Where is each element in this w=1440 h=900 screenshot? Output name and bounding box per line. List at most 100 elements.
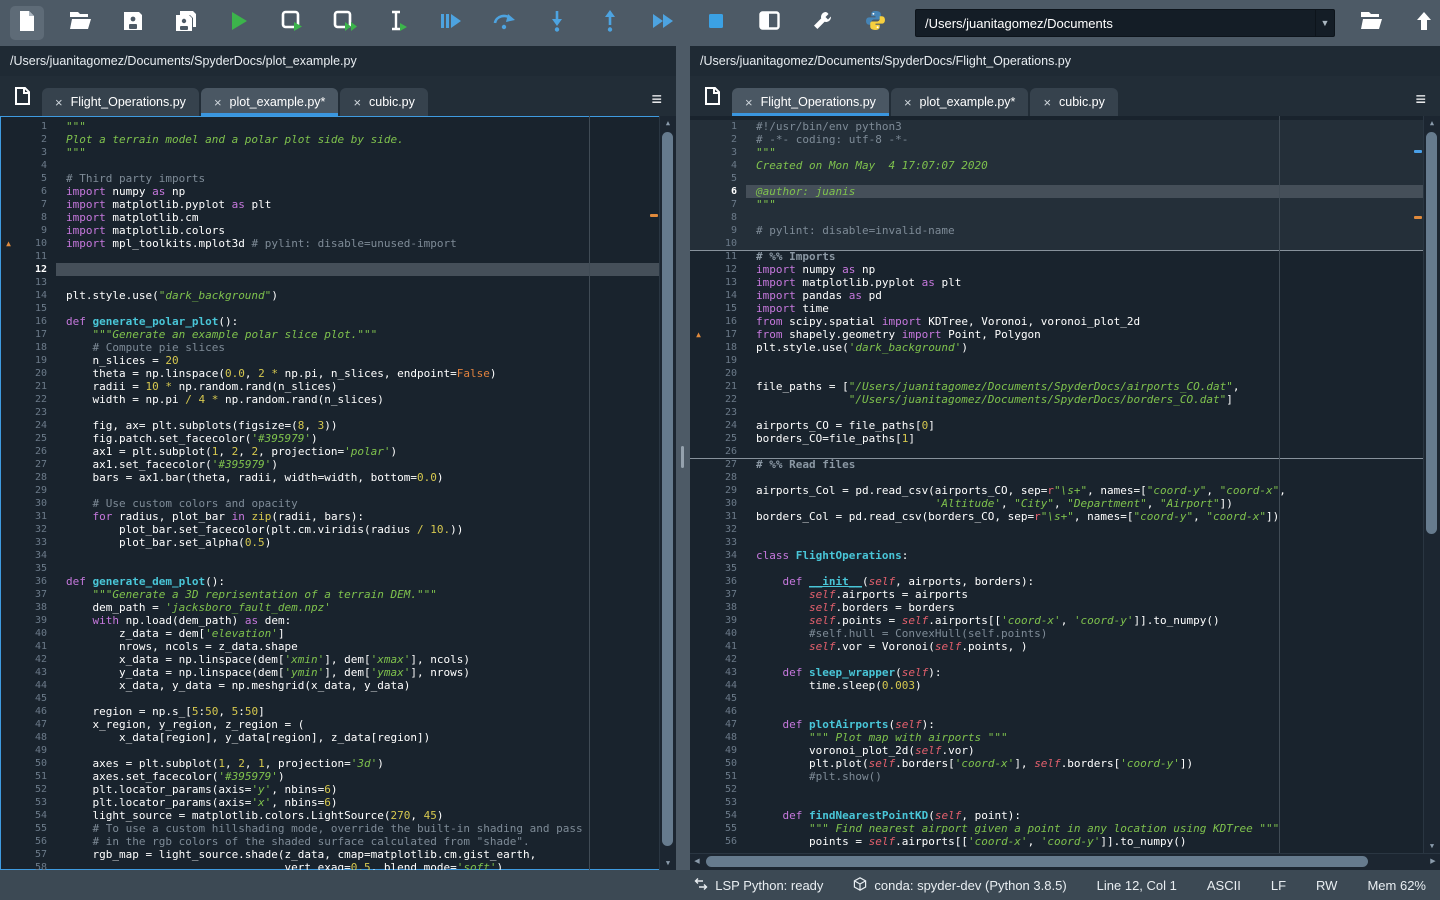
working-directory-combobox[interactable]: /Users/juanitagomez/Documents ▼ <box>915 9 1335 37</box>
continue-execution-button[interactable] <box>646 6 680 40</box>
scrollbar-thumb[interactable] <box>706 856 1368 867</box>
preferences-button[interactable] <box>805 6 839 40</box>
line-number: 3 <box>707 146 746 159</box>
vertical-scrollbar[interactable]: ▲ ▼ <box>1423 116 1440 853</box>
vertical-scrollbar[interactable]: ▲ ▼ <box>659 116 676 870</box>
line-number: 10 <box>707 237 746 250</box>
browse-tabs-button[interactable] <box>700 84 724 108</box>
scroll-down-arrow-icon[interactable]: ▼ <box>660 856 676 870</box>
browse-directory-button[interactable] <box>1354 6 1388 40</box>
gutter-spacer <box>0 601 17 614</box>
gutter-spacer <box>690 237 707 250</box>
gutter-spacer <box>0 367 17 380</box>
code-line: 39 with np.load(dem_path) as dem: <box>0 614 660 627</box>
step-out-button[interactable] <box>593 6 627 40</box>
warning-triangle-icon: ▲ <box>690 328 707 341</box>
scroll-up-arrow-icon[interactable]: ▲ <box>660 116 676 130</box>
line-number: 55 <box>17 822 56 835</box>
save-all-button[interactable] <box>169 6 203 40</box>
code-lines: 1#!/usr/bin/env python32# -*- coding: ut… <box>690 116 1424 853</box>
debug-file-button[interactable] <box>434 6 468 40</box>
code-line: 23 <box>0 406 660 419</box>
maximize-pane-button[interactable] <box>752 6 786 40</box>
code-line: 8import matplotlib.cm <box>0 211 660 224</box>
new-file-button[interactable] <box>10 6 44 40</box>
options-menu-button[interactable]: ≡ <box>647 90 668 116</box>
scroll-flag-marker[interactable] <box>1414 150 1422 153</box>
scrollbar-thumb[interactable] <box>662 132 673 846</box>
run-cell-advance-button[interactable] <box>328 6 362 40</box>
up-arrow-icon <box>1415 11 1433 36</box>
line-number: 27 <box>707 458 746 471</box>
editor-tab[interactable]: × plot_example.py* <box>201 88 339 116</box>
lsp-status[interactable]: LSP Python: ready <box>694 877 823 894</box>
editor-tab[interactable]: ×Flight_Operations.py <box>42 88 199 116</box>
code-line: 11# %% Imports <box>690 250 1424 263</box>
close-icon[interactable]: × <box>214 96 222 109</box>
close-icon[interactable]: × <box>353 96 361 109</box>
tab-label: plot_example.py* <box>230 95 326 109</box>
code-line: 25borders_CO=file_paths[1] <box>690 432 1424 445</box>
parent-directory-button[interactable] <box>1407 6 1440 40</box>
close-icon[interactable]: × <box>745 96 753 109</box>
gutter-spacer <box>0 354 17 367</box>
scroll-down-arrow-icon[interactable]: ▼ <box>1424 839 1440 853</box>
code-line: 24 fig, ax= plt.subplots(figsize=(8, 3)) <box>0 419 660 432</box>
code-line: 28 bars = ax1.bar(theta, radii, width=wi… <box>0 471 660 484</box>
code-line: 16from scipy.spatial import KDTree, Voro… <box>690 315 1424 328</box>
editor-tab[interactable]: ×Flight_Operations.py <box>732 88 889 116</box>
save-button[interactable] <box>116 6 150 40</box>
conda-env-status[interactable]: conda: spyder-dev (Python 3.8.5) <box>853 877 1066 894</box>
options-menu-button[interactable]: ≡ <box>1411 90 1432 116</box>
close-icon[interactable]: × <box>1043 96 1051 109</box>
code-line: 13import matplotlib.pyplot as plt <box>690 276 1424 289</box>
file-path-breadcrumb-right: /Users/juanitagomez/Documents/SpyderDocs… <box>690 46 1440 76</box>
scroll-flag-marker[interactable] <box>1414 216 1422 219</box>
close-icon[interactable]: × <box>55 96 63 109</box>
scroll-up-arrow-icon[interactable]: ▲ <box>1424 116 1440 130</box>
scroll-right-arrow-icon[interactable]: ▶ <box>1426 854 1440 870</box>
step-over-button[interactable] <box>487 6 521 40</box>
line-number: 30 <box>707 497 746 510</box>
code-line: 21 radii = 10 * np.random.rand(n_slices) <box>0 380 660 393</box>
code-line: 7import matplotlib.pyplot as plt <box>0 198 660 211</box>
gutter-spacer <box>690 120 707 133</box>
run-cell-button[interactable] <box>275 6 309 40</box>
code-line: 15import time <box>690 302 1424 315</box>
chevron-down-icon[interactable]: ▼ <box>1315 10 1334 36</box>
code-line: 10 <box>690 237 1424 250</box>
close-icon[interactable]: × <box>904 96 912 109</box>
code-editor-right[interactable]: 1#!/usr/bin/env python32# -*- coding: ut… <box>690 116 1440 853</box>
line-number: 11 <box>707 250 746 263</box>
python-path-manager-button[interactable] <box>858 6 892 40</box>
gutter-spacer <box>0 796 17 809</box>
line-number: 6 <box>707 185 746 198</box>
run-file-button[interactable] <box>222 6 256 40</box>
scroll-flag-marker[interactable] <box>650 214 658 217</box>
line-number: 25 <box>707 432 746 445</box>
gutter-spacer <box>0 471 17 484</box>
gutter-spacer <box>0 211 17 224</box>
step-into-button[interactable] <box>540 6 574 40</box>
open-file-button[interactable] <box>63 6 97 40</box>
code-line: 40 z_data = dem['elevation'] <box>0 627 660 640</box>
editor-tab[interactable]: ×cubic.py <box>1030 88 1117 116</box>
line-number: 57 <box>17 848 56 861</box>
stop-button[interactable] <box>699 6 733 40</box>
editor-tab[interactable]: ×plot_example.py* <box>891 88 1029 116</box>
gutter-spacer <box>0 172 17 185</box>
line-number: 7 <box>17 198 56 211</box>
horizontal-scrollbar[interactable]: ◀ ▶ <box>690 853 1440 870</box>
code-line: 4Created on Mon May 4 17:07:07 2020 <box>690 159 1424 172</box>
run-selection-button[interactable] <box>381 6 415 40</box>
browse-tabs-button[interactable] <box>10 84 34 108</box>
gutter-spacer <box>690 354 707 367</box>
editor-tab[interactable]: ×cubic.py <box>340 88 427 116</box>
scroll-left-arrow-icon[interactable]: ◀ <box>690 854 704 870</box>
gutter-spacer <box>690 757 707 770</box>
code-line: 46 region = np.s_[5:50, 5:50] <box>0 705 660 718</box>
scrollbar-thumb[interactable] <box>1426 132 1437 534</box>
run-selection-icon <box>388 10 408 37</box>
pane-splitter[interactable] <box>676 46 690 870</box>
code-editor-left[interactable]: 1"""2Plot a terrain model and a polar pl… <box>0 116 676 870</box>
